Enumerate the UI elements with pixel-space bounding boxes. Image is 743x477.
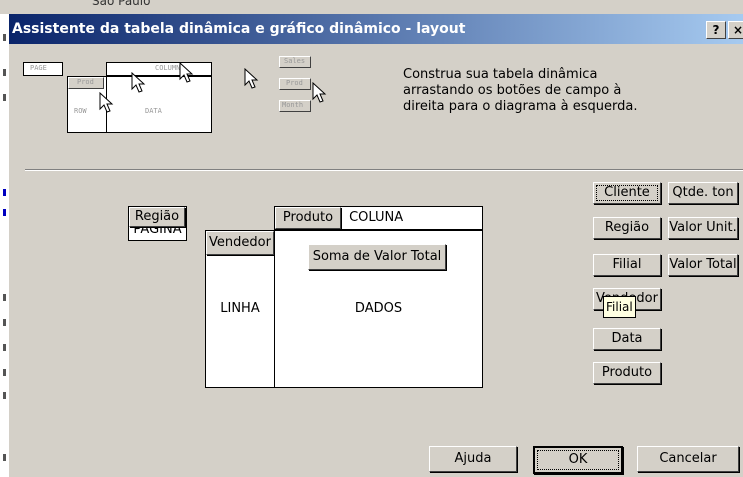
preview-field-month: Month [279, 100, 311, 112]
layout-preview: PAGE COLUMN ROW DATA Prod Sales Prod Mon… [9, 44, 389, 164]
background-sheet-top: São Paulo [0, 0, 743, 14]
instructions-text: Construa sua tabela dinâmica arrastando … [403, 67, 638, 114]
tooltip: Filial [603, 296, 636, 318]
dialog-title: Assistente da tabela dinâmica e gráfico … [12, 21, 466, 37]
preview-data-area: DATA [106, 76, 212, 133]
data-field-soma-valor-total[interactable]: Soma de Valor Total [308, 244, 446, 270]
column-field-produto[interactable]: Produto [275, 207, 341, 229]
ok-button[interactable]: OK [533, 446, 623, 474]
preview-column-area: COLUMN [106, 62, 212, 76]
row-area-label: LINHA [220, 301, 260, 316]
cursor-icon [312, 82, 327, 103]
separator [25, 169, 743, 171]
cursor-icon [131, 72, 146, 93]
preview-page-area: PAGE [23, 62, 63, 76]
close-button[interactable]: × [728, 21, 743, 39]
background-cell-text: São Paulo [92, 0, 151, 8]
title-bar: Assistente da tabela dinâmica e gráfico … [9, 14, 743, 44]
field-button-qtde-ton[interactable]: Qtde. ton [668, 182, 738, 204]
field-button-valor-unit[interactable]: Valor Unit. [668, 217, 738, 239]
pivot-layout-dialog: Assistente da tabela dinâmica e gráfico … [9, 14, 743, 477]
field-button-valor-total[interactable]: Valor Total [668, 254, 738, 276]
cursor-icon [99, 92, 114, 113]
help-title-button[interactable]: ? [706, 21, 726, 39]
field-button-produto[interactable]: Produto [593, 362, 661, 384]
page-field-regiao[interactable]: Região [129, 207, 185, 227]
preview-field-prod: Prod [279, 78, 311, 90]
field-button-cliente[interactable]: Cliente [593, 182, 661, 204]
help-button[interactable]: AAjuda [429, 446, 517, 472]
cursor-icon [244, 68, 259, 89]
cancel-button[interactable]: Cancelar [637, 446, 739, 472]
field-button-regiao[interactable]: Região [593, 217, 661, 239]
field-button-filial[interactable]: Filial [593, 254, 661, 276]
preview-field-sales: Sales [279, 56, 311, 68]
cursor-icon [179, 62, 194, 83]
data-area-label: DADOS [354, 301, 403, 316]
column-area-label: CCOLUNA [349, 210, 404, 225]
row-field-vendedor[interactable]: Vendedor [206, 231, 274, 255]
preview-prod-button: Prod [68, 77, 104, 89]
field-button-data[interactable]: Data [593, 328, 661, 350]
